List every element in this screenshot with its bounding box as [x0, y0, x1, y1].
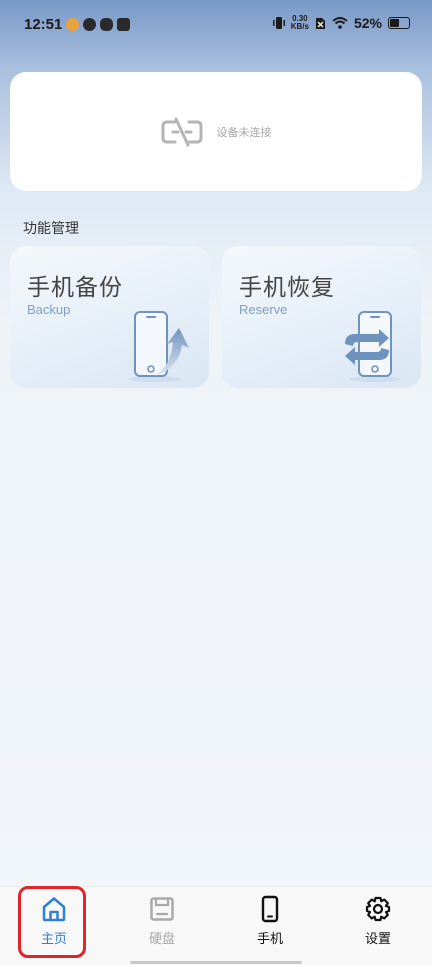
phone-upload-icon	[129, 311, 189, 382]
battery-percent: 52%	[353, 15, 382, 31]
phone-backup-card[interactable]: 手机备份 Backup	[10, 246, 209, 388]
backup-title: 手机备份	[27, 275, 123, 301]
device-status-text: 设备未连接	[216, 125, 272, 139]
message-icon	[117, 18, 130, 31]
nav-settings[interactable]: 设置	[348, 895, 408, 957]
backup-subtitle: Backup	[27, 302, 71, 317]
battery-icon	[388, 17, 410, 29]
device-status-card[interactable]: 设备未连接	[10, 72, 422, 191]
status-bar: 12:51 0.30 KB/s 52%	[0, 0, 432, 52]
vibrate-icon	[272, 17, 285, 29]
unlink-icon	[161, 117, 202, 146]
weibo-icon	[66, 18, 79, 31]
net-speed-unit: KB/s	[290, 22, 309, 31]
nav-phone[interactable]: 手机	[240, 895, 300, 957]
nav-settings-label: 设置	[364, 932, 391, 947]
nav-disk-label: 硬盘	[148, 932, 175, 947]
wifi-icon	[332, 17, 348, 29]
nav-phone-label: 手机	[256, 932, 283, 947]
restore-title: 手机恢复	[239, 275, 335, 301]
phone-sync-icon	[345, 311, 401, 382]
nav-disk[interactable]: 硬盘	[132, 895, 192, 957]
section-title: 功能管理	[23, 221, 79, 237]
net-speed: 0.30 KB/s	[291, 15, 309, 31]
disk-icon	[150, 897, 174, 921]
nav-home[interactable]: 主页	[24, 895, 84, 957]
status-right: 0.30 KB/s 52%	[272, 15, 410, 31]
phone-restore-card[interactable]: 手机恢复 Reserve	[222, 246, 421, 388]
notification-icons	[66, 18, 130, 31]
restore-subtitle: Reserve	[239, 302, 288, 317]
bottom-nav: 主页 硬盘 手机 设置	[0, 886, 432, 965]
home-icon	[42, 897, 66, 922]
no-sim-icon	[315, 17, 325, 29]
phone-icon	[261, 895, 279, 923]
fan-icon	[100, 18, 113, 31]
status-time: 12:51	[24, 16, 63, 33]
gear-icon	[365, 896, 391, 922]
app-notification-icon	[83, 18, 96, 31]
nav-home-label: 主页	[40, 932, 67, 947]
